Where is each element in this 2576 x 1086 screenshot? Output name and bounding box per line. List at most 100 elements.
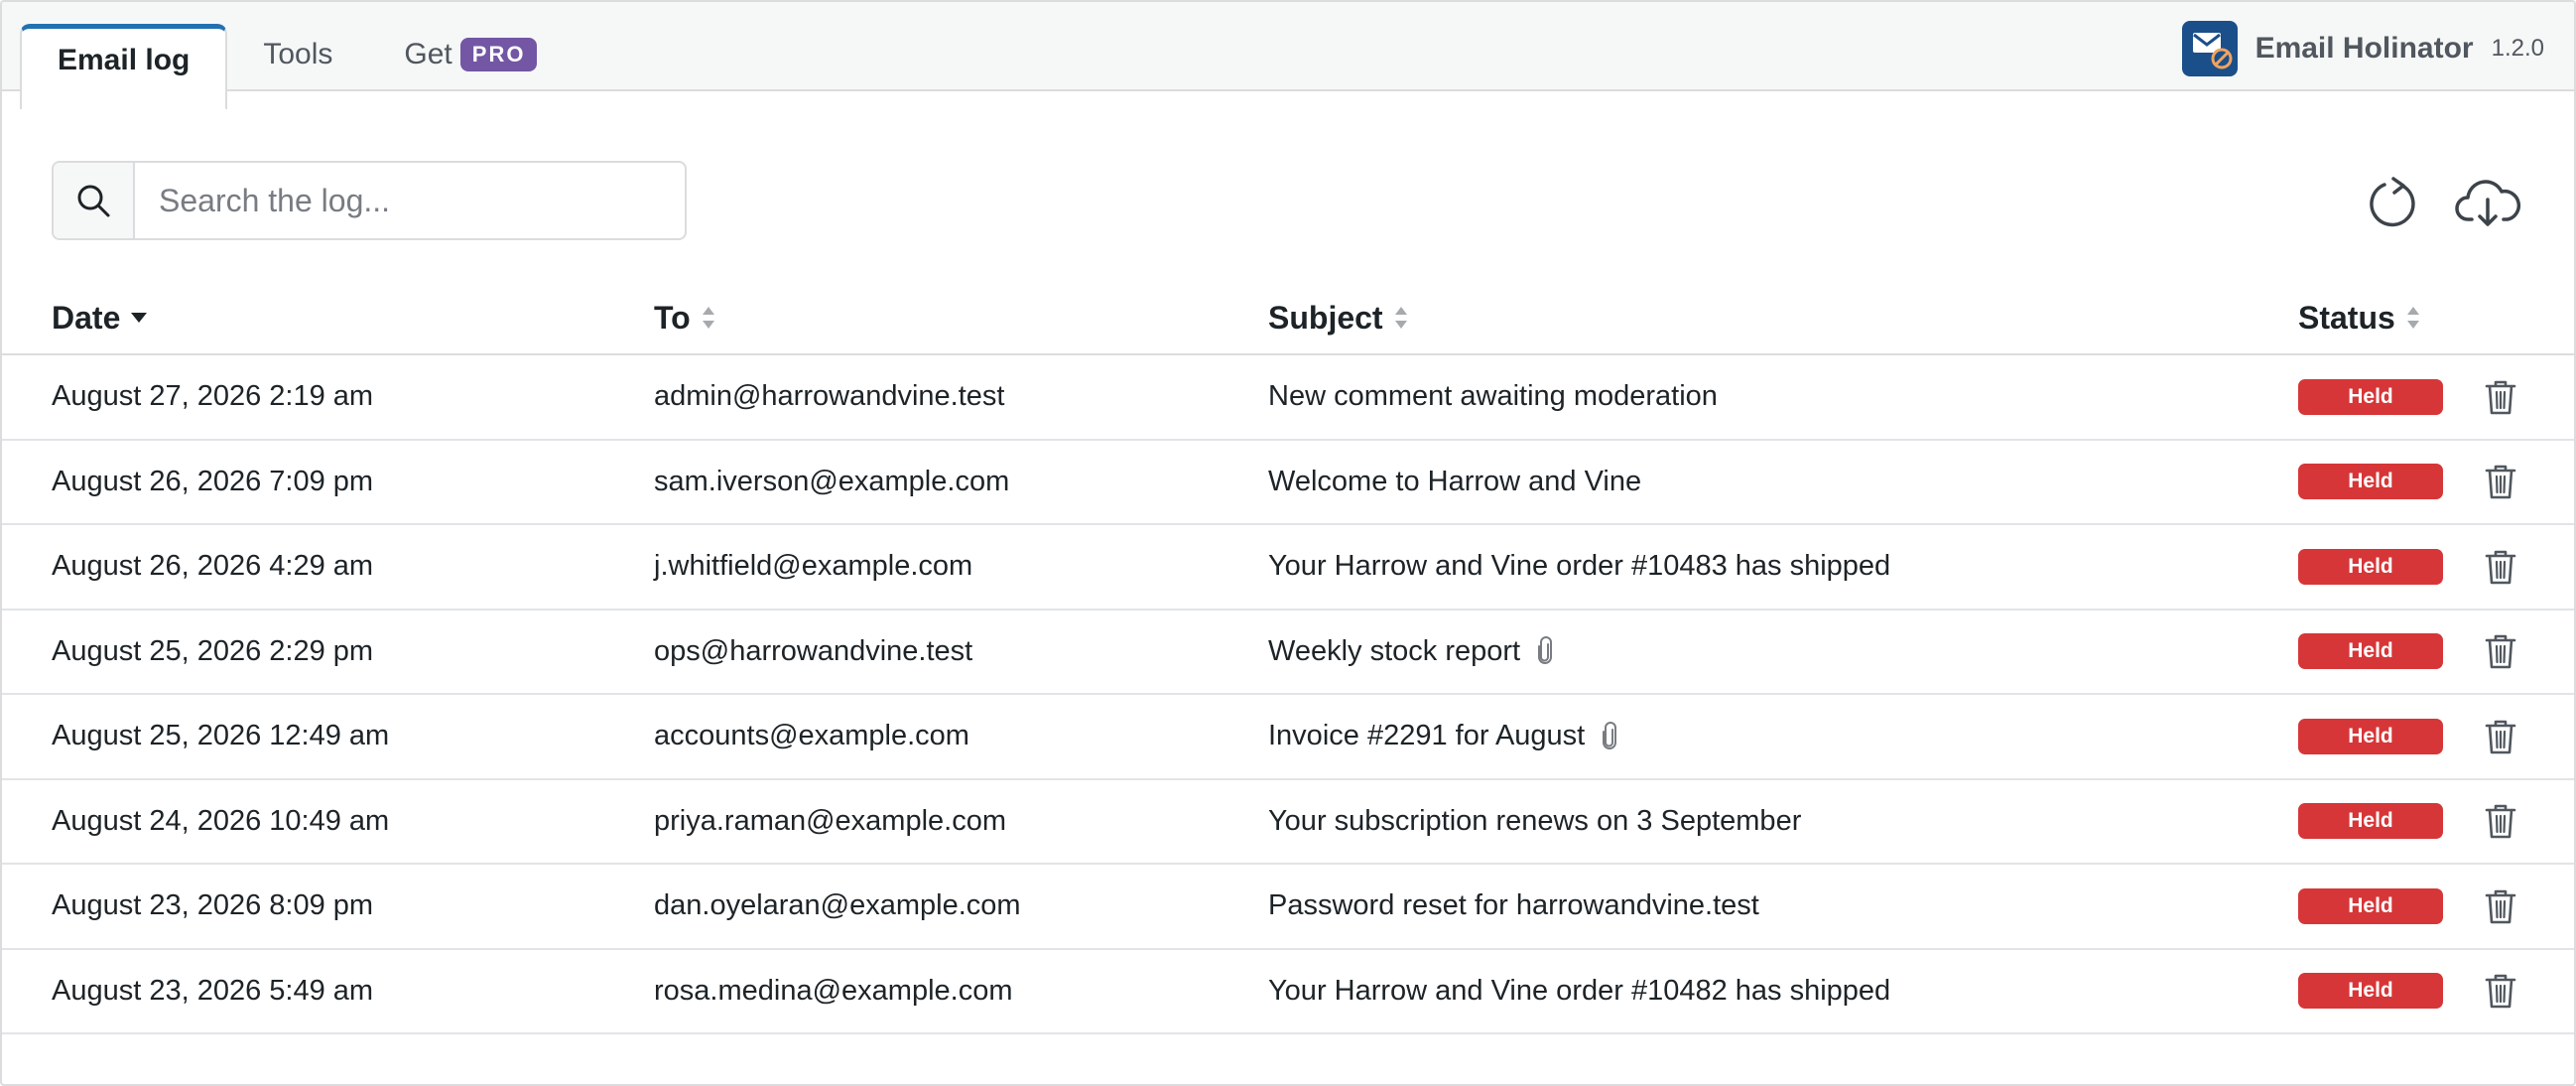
delete-cell (2479, 780, 2522, 864)
trash-icon (2485, 889, 2516, 924)
envelope-blocked-icon (2181, 21, 2238, 76)
table-row[interactable]: August 23, 2026 8:09 pm dan.oyelaran@exa… (2, 865, 2574, 950)
email-subject-text: Your Harrow and Vine order #10482 has sh… (1268, 974, 1891, 1007)
attachment-icon (1601, 721, 1618, 751)
column-header-subject[interactable]: Subject (1268, 280, 1409, 355)
table-row[interactable]: August 24, 2026 10:49 am priya.raman@exa… (2, 780, 2574, 865)
column-header-date[interactable]: Date (52, 280, 148, 355)
email-recipient: sam.iverson@example.com (654, 465, 1010, 497)
delete-cell (2479, 695, 2522, 778)
column-header-to[interactable]: To (654, 280, 716, 355)
email-subject-text: New comment awaiting moderation (1268, 380, 1718, 413)
email-recipient: dan.oyelaran@example.com (654, 889, 1021, 922)
download-button[interactable] (2453, 169, 2522, 238)
table-row[interactable]: August 23, 2026 5:49 am rosa.medina@exam… (2, 950, 2574, 1034)
email-recipient: j.whitfield@example.com (654, 550, 973, 583)
table-row[interactable]: August 26, 2026 7:09 pm sam.iverson@exam… (2, 441, 2574, 525)
email-date: August 26, 2026 7:09 pm (52, 465, 374, 497)
email-recipient: admin@harrowandvine.test (654, 380, 1005, 413)
trash-icon (2485, 634, 2516, 669)
email-subject-text: Invoice #2291 for August (1268, 720, 1586, 752)
status-badge: Held (2298, 887, 2443, 924)
search-icon (54, 163, 135, 238)
email-subject-text: Your subscription renews on 3 September (1268, 804, 1802, 837)
tab-email-log[interactable]: Email log (20, 24, 228, 109)
status-cell: Held (2298, 950, 2443, 1033)
sort-icon (1394, 307, 1407, 329)
delete-button[interactable] (2479, 715, 2522, 758)
email-subject[interactable]: Password reset for harrowandvine.test (1268, 865, 1759, 948)
tab-tools[interactable]: Tools (227, 24, 368, 93)
status-cell: Held (2298, 355, 2443, 439)
tab-label: Email log (58, 43, 191, 76)
status-badge: Held (2298, 803, 2443, 840)
email-subject[interactable]: Invoice #2291 for August (1268, 695, 1618, 778)
email-date: August 25, 2026 12:49 am (52, 720, 390, 752)
pro-badge: PRO (459, 38, 538, 71)
trash-icon (2485, 974, 2516, 1009)
email-date: August 25, 2026 2:29 pm (52, 634, 374, 667)
email-date: August 23, 2026 5:49 am (52, 974, 374, 1007)
status-badge: Held (2298, 464, 2443, 500)
cloud-download-icon (2455, 180, 2520, 226)
sort-icon (2406, 307, 2419, 329)
delete-button[interactable] (2479, 884, 2522, 928)
trash-icon (2485, 465, 2516, 499)
email-subject[interactable]: Your Harrow and Vine order #10483 has sh… (1268, 525, 1890, 609)
trash-icon (2485, 720, 2516, 754)
email-subject[interactable]: Weekly stock report (1268, 611, 1554, 694)
status-badge: Held (2298, 378, 2443, 415)
table-row[interactable]: August 27, 2026 2:19 am admin@harrowandv… (2, 355, 2574, 441)
delete-cell (2479, 865, 2522, 948)
delete-button[interactable] (2479, 375, 2522, 419)
tab-bar: Email log Tools Get PRO (20, 22, 573, 109)
delete-button[interactable] (2479, 969, 2522, 1013)
status-badge: Held (2298, 548, 2443, 585)
status-badge: Held (2298, 718, 2443, 754)
tab-get-pro[interactable]: Get PRO (368, 24, 573, 93)
brand-version: 1.2.0 (2491, 35, 2544, 62)
column-label: Status (2298, 299, 2395, 336)
delete-button[interactable] (2479, 545, 2522, 589)
email-subject[interactable]: Your subscription renews on 3 September (1268, 780, 1801, 864)
status-cell: Held (2298, 780, 2443, 864)
delete-cell (2479, 611, 2522, 694)
table-row[interactable]: August 26, 2026 4:29 am j.whitfield@exam… (2, 525, 2574, 611)
delete-cell (2479, 525, 2522, 609)
table-row[interactable]: August 25, 2026 2:29 pm ops@harrowandvin… (2, 611, 2574, 695)
status-badge: Held (2298, 633, 2443, 670)
email-date: August 23, 2026 8:09 pm (52, 889, 374, 922)
status-cell: Held (2298, 695, 2443, 778)
column-label: Subject (1268, 299, 1383, 336)
search-input[interactable] (135, 163, 685, 238)
table-header: Date To Subject Status (2, 280, 2574, 355)
status-cell: Held (2298, 611, 2443, 694)
status-cell: Held (2298, 865, 2443, 948)
email-subject[interactable]: Your Harrow and Vine order #10482 has sh… (1268, 950, 1890, 1033)
sort-icon (702, 307, 714, 329)
table-row[interactable]: August 25, 2026 12:49 am accounts@exampl… (2, 695, 2574, 780)
column-header-status[interactable]: Status (2298, 280, 2421, 355)
column-label: Date (52, 299, 121, 336)
delete-button[interactable] (2479, 629, 2522, 673)
table-body: August 27, 2026 2:19 am admin@harrowandv… (2, 355, 2574, 1034)
tab-label: Get (404, 38, 452, 70)
delete-cell (2479, 355, 2522, 439)
sort-desc-icon (131, 313, 148, 323)
status-cell: Held (2298, 525, 2443, 609)
search-box (52, 161, 687, 240)
email-date: August 27, 2026 2:19 am (52, 380, 374, 413)
email-recipient: rosa.medina@example.com (654, 974, 1013, 1007)
email-recipient: accounts@example.com (654, 720, 969, 752)
delete-button[interactable] (2479, 460, 2522, 503)
delete-button[interactable] (2479, 799, 2522, 843)
email-date: August 26, 2026 4:29 am (52, 550, 374, 583)
email-subject[interactable]: Welcome to Harrow and Vine (1268, 441, 1641, 524)
tab-label: Tools (263, 38, 333, 70)
refresh-icon (2370, 177, 2415, 227)
email-subject[interactable]: New comment awaiting moderation (1268, 355, 1718, 439)
email-log-app: Email log Tools Get PRO Email Holinator … (0, 0, 2576, 1086)
brand: Email Holinator 1.2.0 (2181, 20, 2544, 77)
refresh-button[interactable] (2358, 169, 2427, 238)
status-badge: Held (2298, 973, 2443, 1010)
